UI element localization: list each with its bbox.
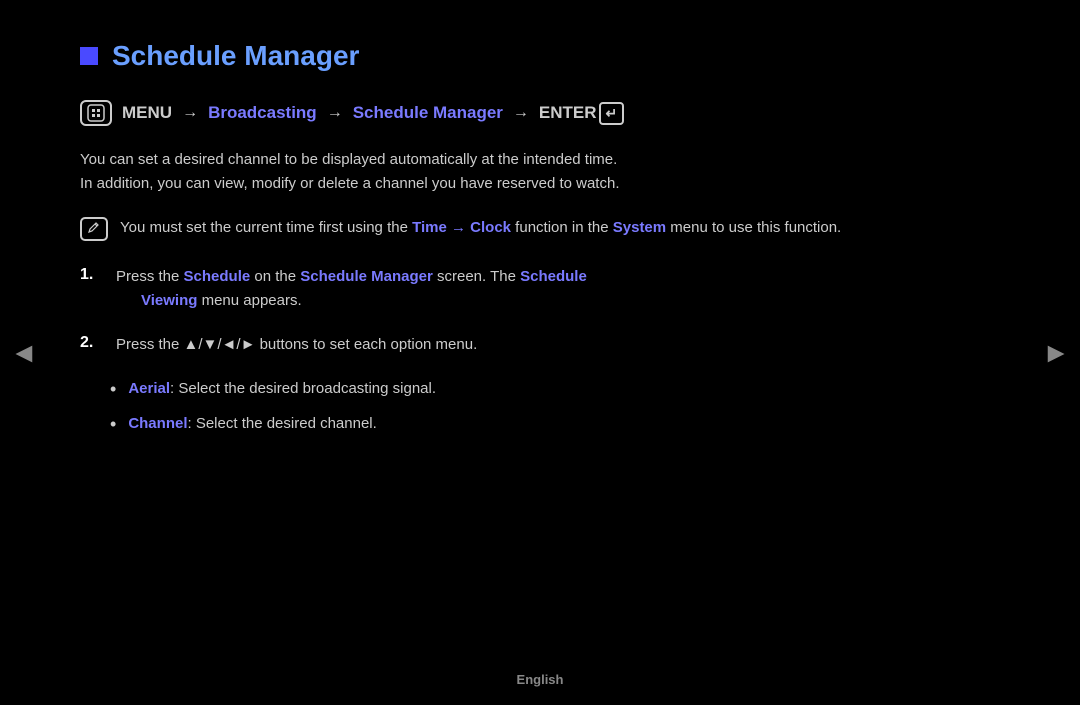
title-square-icon (80, 47, 98, 65)
nav-arrow-left[interactable]: ◄ (10, 337, 38, 369)
menu-enter: ENTER ↵ (539, 102, 624, 125)
menu-icon (80, 100, 112, 126)
channel-text: : Select the desired channel. (188, 415, 377, 432)
footer-language: English (517, 672, 564, 687)
step-1: 1. Press the Schedule on the Schedule Ma… (80, 265, 900, 313)
note-icon (80, 217, 108, 241)
bullet-item-aerial: • Aerial: Select the desired broadcastin… (110, 377, 900, 402)
bullet-dot-2: • (110, 412, 116, 437)
step-2-text: Press the ▲/▼/◄/► buttons to set each op… (116, 333, 477, 357)
menu-label: MENU (122, 103, 172, 123)
menu-arrow-1: → (182, 104, 198, 122)
arrow-buttons: ▲/▼/◄/► (184, 336, 256, 353)
aerial-text: : Select the desired broadcasting signal… (170, 380, 436, 397)
bullet-text-aerial: Aerial: Select the desired broadcasting … (128, 377, 436, 401)
schedule-highlight-1: Schedule (184, 268, 251, 285)
schedule-manager-highlight: Schedule Manager (300, 268, 433, 285)
description-text: You can set a desired channel to be disp… (80, 148, 900, 196)
steps-container: 1. Press the Schedule on the Schedule Ma… (80, 265, 900, 437)
step-2-number: 2. (80, 334, 110, 352)
step-1-text: Press the Schedule on the Schedule Manag… (116, 265, 587, 313)
bullet-dot-1: • (110, 377, 116, 402)
menu-arrow-3: → (513, 104, 529, 122)
title-row: Schedule Manager (80, 40, 900, 72)
enter-box-icon: ↵ (599, 102, 625, 125)
step-2: 2. Press the ▲/▼/◄/► buttons to set each… (80, 333, 900, 357)
page-title: Schedule Manager (112, 40, 359, 72)
channel-highlight: Channel (128, 415, 187, 432)
system-highlight: System (613, 219, 666, 236)
bullet-item-channel: • Channel: Select the desired channel. (110, 412, 900, 437)
menu-arrow-2: → (327, 104, 343, 122)
menu-segment-schedule-manager: Schedule Manager (353, 103, 503, 123)
menu-path: MENU → Broadcasting → Schedule Manager →… (80, 100, 900, 126)
note-row: You must set the current time first usin… (80, 216, 900, 241)
aerial-highlight: Aerial (128, 380, 170, 397)
note-text: You must set the current time first usin… (120, 216, 841, 240)
bullet-list: • Aerial: Select the desired broadcastin… (110, 377, 900, 437)
menu-segment-broadcasting: Broadcasting (208, 103, 317, 123)
main-content: Schedule Manager MENU → Broadcasting → S… (0, 0, 980, 487)
time-highlight: Time → Clock (412, 219, 511, 236)
nav-arrow-right[interactable]: ► (1042, 337, 1070, 369)
bullet-text-channel: Channel: Select the desired channel. (128, 412, 376, 436)
step-1-number: 1. (80, 266, 110, 284)
